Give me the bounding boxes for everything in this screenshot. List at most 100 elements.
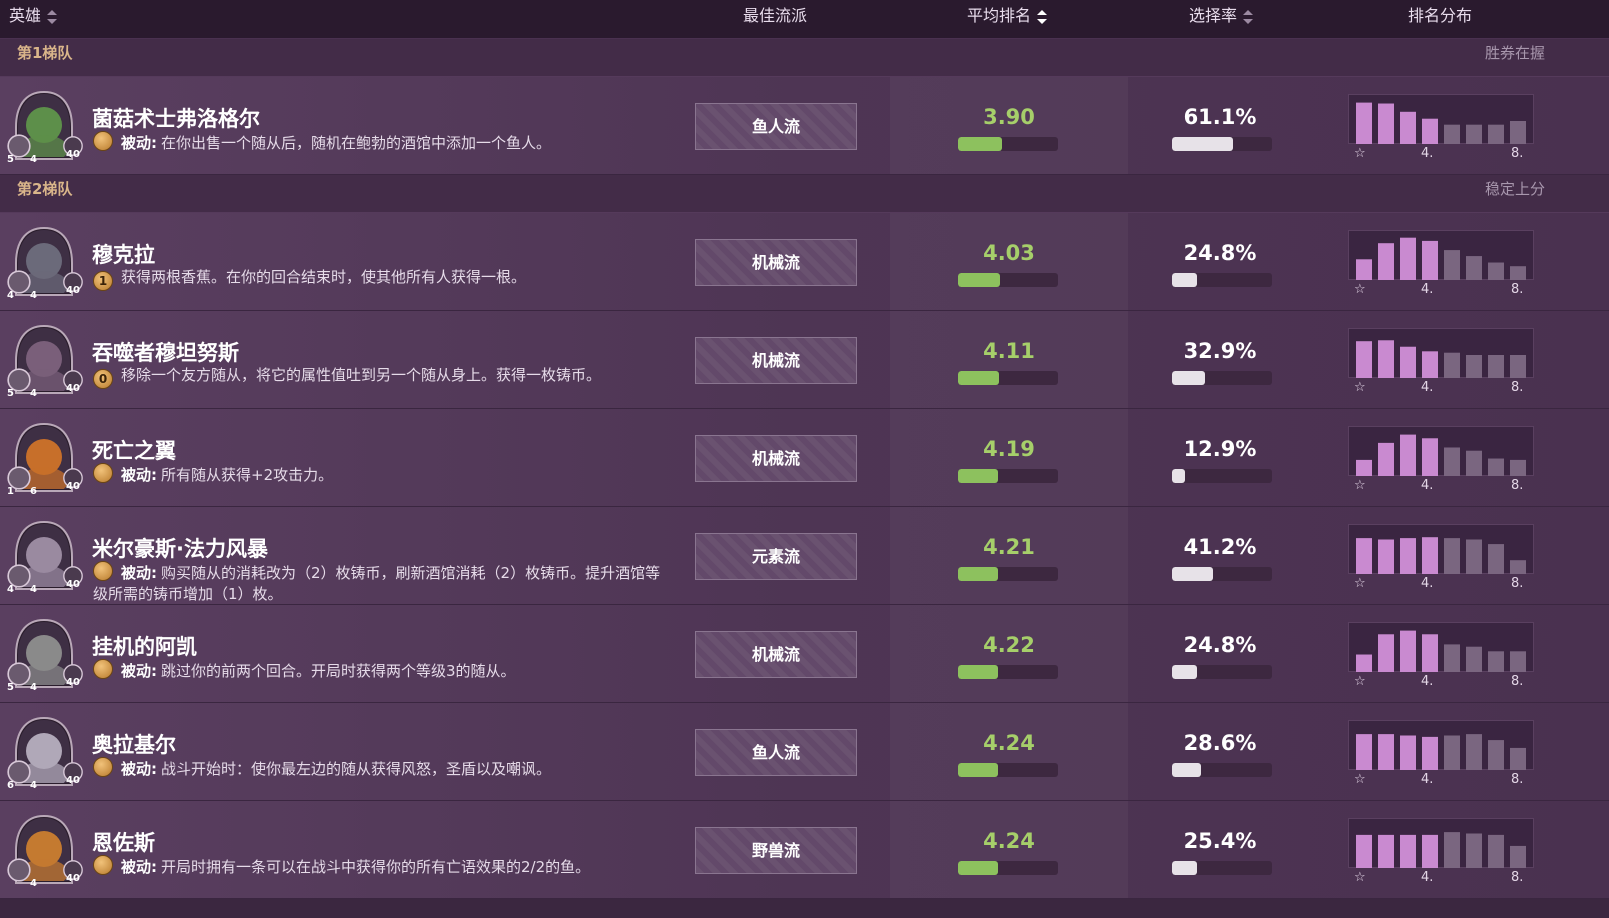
dist-bar-7 bbox=[1488, 458, 1504, 476]
dist-bar-6 bbox=[1466, 450, 1482, 476]
coin-icon bbox=[93, 757, 113, 777]
pick-rate-bar-fill bbox=[1172, 861, 1198, 875]
hero-portrait: 4 4 40 bbox=[6, 225, 83, 305]
dist-bar-5 bbox=[1444, 352, 1460, 378]
rank-distribution-bars bbox=[1356, 434, 1526, 476]
pick-rate-bar-fill bbox=[1172, 371, 1205, 385]
hero-name[interactable]: 挂机的阿凯 bbox=[92, 631, 197, 661]
dist-label-mid: 4. bbox=[1421, 478, 1434, 493]
dist-label-last: 8. bbox=[1511, 282, 1524, 297]
stat-tier: 4 bbox=[30, 290, 37, 301]
hero-name[interactable]: 菌菇术士弗洛格尔 bbox=[92, 103, 260, 133]
dist-bar-1 bbox=[1356, 834, 1372, 868]
hero-name[interactable]: 恩佐斯 bbox=[92, 827, 155, 857]
stat-attack: 6 bbox=[7, 780, 14, 791]
best-comp-button[interactable]: 鱼人流 bbox=[695, 729, 857, 776]
best-comp-button[interactable]: 元素流 bbox=[695, 533, 857, 580]
dist-bar-8 bbox=[1510, 747, 1526, 770]
best-comp-button[interactable]: 机械流 bbox=[695, 631, 857, 678]
pick-rate-bar-fill bbox=[1172, 469, 1185, 483]
avg-rank-bar-fill bbox=[958, 567, 999, 581]
best-comp-button[interactable]: 鱼人流 bbox=[695, 103, 857, 150]
pick-rate-value: 12.9% bbox=[1183, 437, 1257, 461]
sort-icon[interactable] bbox=[47, 9, 58, 24]
hero-portrait: 6 4 40 bbox=[6, 715, 83, 795]
hero-name[interactable]: 穆克拉 bbox=[92, 239, 155, 269]
pick-rate-value: 32.9% bbox=[1183, 339, 1257, 363]
avg-rank-bar bbox=[958, 567, 1058, 581]
col-hero-header[interactable]: 英雄 bbox=[9, 0, 58, 38]
sort-icon[interactable] bbox=[1243, 9, 1254, 24]
power-prefix: 被动: bbox=[121, 134, 157, 152]
hero-power: 被动: 开局时拥有一条可以在战斗中获得你的所有亡语效果的2/2的鱼。 bbox=[93, 855, 673, 878]
pick-rate-value: 41.2% bbox=[1183, 535, 1257, 559]
attack-icon bbox=[7, 858, 31, 882]
stat-tier: 4 bbox=[30, 584, 37, 595]
rank-distribution-bars bbox=[1356, 237, 1526, 280]
best-comp-button[interactable]: 机械流 bbox=[695, 337, 857, 384]
rank-distribution-chart bbox=[1348, 818, 1534, 868]
col-pick-rate-header[interactable]: 选择率 bbox=[1189, 0, 1254, 38]
dist-bar-8 bbox=[1510, 266, 1526, 280]
hero-portrait: 5 4 40 bbox=[6, 617, 83, 697]
best-comp-button[interactable]: 机械流 bbox=[695, 239, 857, 286]
dist-label-mid: 4. bbox=[1421, 146, 1434, 161]
hero-name[interactable]: 吞噬者穆坦努斯 bbox=[92, 337, 239, 367]
hero-row[interactable]: 4 4 40 穆克拉 1 获得两根香蕉。在你的回合结束时，使其他所有人获得一根。 机械流 4.… bbox=[0, 213, 1609, 311]
hero-name[interactable]: 奥拉基尔 bbox=[92, 729, 176, 759]
avg-rank-value: 4.11 bbox=[983, 339, 1035, 363]
dist-bar-3 bbox=[1400, 434, 1416, 476]
dist-bar-5 bbox=[1444, 250, 1460, 280]
pick-rate-value: 28.6% bbox=[1183, 731, 1257, 755]
dist-bar-4 bbox=[1422, 634, 1438, 672]
hero-power: 被动: 跳过你的前两个回合。开局时获得两个等级3的随从。 bbox=[93, 659, 673, 682]
hero-name[interactable]: 死亡之翼 bbox=[92, 435, 176, 465]
stat-health: 40 bbox=[66, 383, 80, 394]
pick-rate-bar bbox=[1172, 469, 1272, 483]
hero-row[interactable]: 5 4 40 菌菇术士弗洛格尔 被动: 在你出售一个随从后，随机在鲍勃的酒馆中添加一个鱼人… bbox=[0, 77, 1609, 175]
dist-bar-2 bbox=[1378, 103, 1394, 144]
rank-distribution-chart bbox=[1348, 622, 1534, 672]
col-avg-rank-header[interactable]: 平均排名 bbox=[967, 0, 1048, 38]
avg-rank-bar bbox=[958, 137, 1058, 151]
hero-portrait: 4 4 40 bbox=[6, 519, 83, 599]
dist-bar-7 bbox=[1488, 834, 1504, 868]
dist-bar-1 bbox=[1356, 102, 1372, 144]
power-prefix: 被动: bbox=[121, 760, 157, 778]
avg-rank-cell: 4.19 bbox=[890, 409, 1128, 506]
hero-name[interactable]: 米尔豪斯·法力风暴 bbox=[92, 533, 268, 563]
stat-attack: 5 bbox=[7, 154, 14, 165]
hero-row[interactable]: 5 4 40 吞噬者穆坦努斯 0 移除一个友方随从，将它的属性值吐到另一个随从身上。获得一… bbox=[0, 311, 1609, 409]
dist-label-mid: 4. bbox=[1421, 576, 1434, 591]
tier-description: 稳定上分 bbox=[1484, 180, 1545, 198]
stat-tier: 4 bbox=[30, 780, 37, 791]
stat-health: 40 bbox=[66, 481, 80, 492]
avg-rank-value: 4.21 bbox=[983, 535, 1035, 559]
dist-bar-5 bbox=[1444, 832, 1460, 868]
sort-active-icon[interactable] bbox=[1037, 9, 1048, 24]
rank-distribution-chart bbox=[1348, 720, 1534, 770]
pick-rate-bar bbox=[1172, 861, 1272, 875]
coin-icon bbox=[93, 855, 113, 875]
best-comp-button[interactable]: 野兽流 bbox=[695, 827, 857, 874]
hero-row[interactable]: 4 40 恩佐斯 被动: 开局时拥有一条可以在战斗中获得你的所有亡语效果的2/2的鱼。野… bbox=[0, 801, 1609, 899]
power-text: 购买随从的消耗改为（2）枚铸币，刷新酒馆消耗（2）枚铸币。提升酒馆等级所需的铸币… bbox=[93, 564, 661, 603]
hero-row[interactable]: 6 4 40 奥拉基尔 被动: 战斗开始时：使你最左边的随从获得风怒，圣盾以及嘲讽。 鱼人流… bbox=[0, 703, 1609, 801]
pick-rate-value: 61.1% bbox=[1183, 105, 1257, 129]
hero-row[interactable]: 1 6 40 死亡之翼 被动: 所有随从获得+2攻击力。 机械流 4.19 12.9% ☆ 4. 8. bbox=[0, 409, 1609, 507]
avg-rank-bar bbox=[958, 665, 1058, 679]
pick-rate-bar bbox=[1172, 273, 1272, 287]
rank-distribution-chart bbox=[1348, 94, 1534, 144]
hero-row[interactable]: 5 4 40 挂机的阿凯 被动: 跳过你的前两个回合。开局时获得两个等级3的随从。 机械流 4… bbox=[0, 605, 1609, 703]
hero-row[interactable]: 4 4 40 米尔豪斯·法力风暴 被动: 购买随从的消耗改为（2）枚铸币，刷新酒馆消耗（2… bbox=[0, 507, 1609, 605]
hero-portrait: 5 4 40 bbox=[6, 89, 83, 169]
tier-header: 第2梯队 稳定上分 bbox=[0, 175, 1609, 213]
hero-portrait: 1 6 40 bbox=[6, 421, 83, 501]
stat-tier: 4 bbox=[30, 154, 37, 165]
dist-bar-3 bbox=[1400, 735, 1416, 770]
best-comp-button[interactable]: 机械流 bbox=[695, 435, 857, 482]
avg-rank-cell: 4.24 bbox=[890, 801, 1128, 898]
stat-attack: 5 bbox=[7, 682, 14, 693]
avg-rank-bar-fill bbox=[958, 137, 1002, 151]
stat-attack: 1 bbox=[7, 486, 14, 497]
